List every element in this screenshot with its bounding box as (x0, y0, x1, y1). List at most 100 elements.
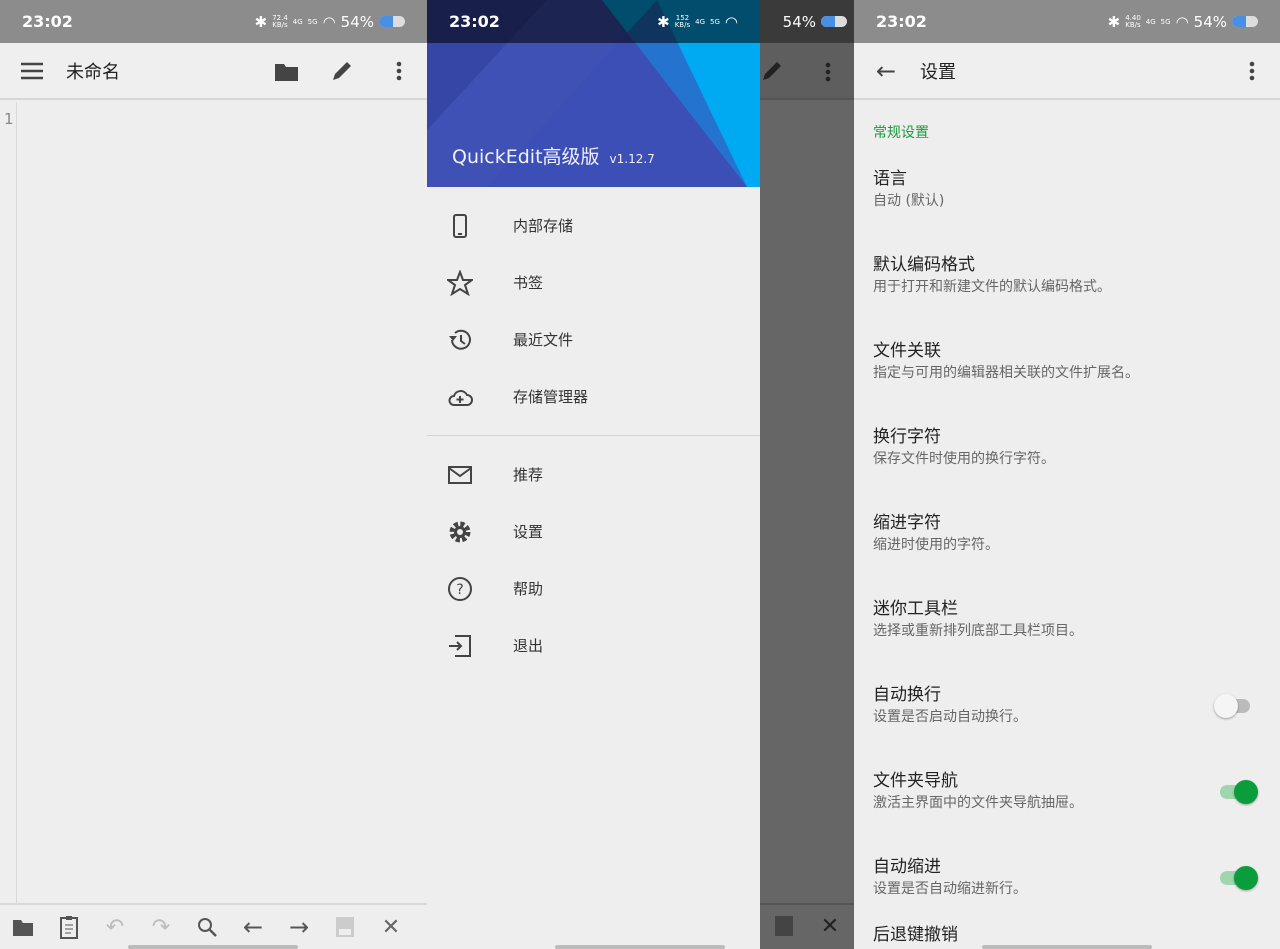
setting-item[interactable]: 文件夹导航激活主界面中的文件夹导航抽屉。 (854, 754, 1280, 840)
nav-handle[interactable] (555, 945, 725, 949)
net-speed: 72.4KB/s (272, 15, 288, 29)
app-version: v1.12.7 (610, 152, 655, 166)
bluetooth-icon: ✱ (255, 13, 268, 31)
save-icon (772, 914, 796, 938)
wifi-icon: ◠ (323, 13, 336, 31)
setting-subtitle: 指定与可用的编辑器相关联的文件扩展名。 (873, 364, 1261, 382)
net-speed-unit: KB/s (272, 21, 287, 29)
setting-subtitle: 激活主界面中的文件夹导航抽屉。 (873, 794, 1261, 812)
setting-subtitle: 设置是否启动自动换行。 (873, 708, 1261, 726)
status-bar: 23:02 ✱ 4.40KB/s 4G 5G ◠ 54% (854, 0, 1280, 43)
battery-percent: 54% (783, 13, 816, 31)
net-speed-unit: KB/s (675, 21, 690, 29)
setting-item[interactable]: 自动换行设置是否启动自动换行。 (854, 668, 1280, 754)
more-options-icon[interactable] (387, 59, 411, 83)
signal-4g: 4G (695, 18, 705, 26)
phone-icon (447, 213, 473, 239)
undo-icon[interactable]: ↶ (103, 915, 127, 939)
drawer-item-label: 内部存储 (513, 215, 573, 236)
drawer-item[interactable]: 存储管理器 (427, 368, 760, 425)
more-options-icon[interactable] (1240, 59, 1264, 83)
menu-divider (427, 435, 760, 436)
line-number: 1 (4, 110, 14, 128)
drawer-item[interactable]: 推荐 (427, 446, 760, 503)
back-arrow-icon[interactable]: ← (874, 59, 898, 83)
drawer-item[interactable]: ?帮助 (427, 560, 760, 617)
redo-icon[interactable]: ↷ (149, 915, 173, 939)
exit-icon (447, 633, 473, 659)
setting-item[interactable]: 自动缩进设置是否自动缩进新行。 (854, 840, 1280, 926)
setting-toggle[interactable] (1220, 785, 1250, 799)
arrow-left-icon[interactable]: ← (241, 915, 265, 939)
setting-subtitle: 选择或重新排列底部工具栏项目。 (873, 622, 1261, 640)
net-speed: 4.40KB/s (1125, 15, 1141, 29)
setting-item[interactable]: 迷你工具栏选择或重新排列底部工具栏项目。 (854, 582, 1280, 668)
setting-item[interactable]: 换行字符保存文件时使用的换行字符。 (854, 410, 1280, 496)
settings-list[interactable]: 常规设置 语言自动 (默认)默认编码格式用于打开和新建文件的默认编码格式。文件关… (854, 102, 1280, 944)
net-speed-unit: KB/s (1125, 21, 1140, 29)
wifi-icon: ◠ (725, 13, 738, 31)
setting-title: 文件关联 (873, 341, 1261, 361)
mail-icon (447, 462, 473, 488)
setting-item[interactable]: 后退键撤销 (854, 926, 1280, 944)
status-right: 54% (783, 0, 847, 43)
app-title-block: QuickEdit高级版v1.12.7 (452, 142, 655, 169)
more-options-icon (816, 60, 840, 84)
setting-toggle[interactable] (1220, 699, 1250, 713)
setting-toggle[interactable] (1220, 871, 1250, 885)
menu-icon[interactable] (20, 59, 44, 83)
setting-title: 语言 (873, 169, 1261, 189)
status-time: 23:02 (876, 12, 1108, 31)
section-header: 常规设置 (854, 102, 1280, 152)
setting-subtitle: 用于打开和新建文件的默认编码格式。 (873, 278, 1261, 296)
status-bar: 23:02 ✱ 152KB/s 4G 5G ◠ (427, 0, 760, 43)
clipboard-icon[interactable] (57, 915, 81, 939)
settings-screen: 23:02 ✱ 4.40KB/s 4G 5G ◠ 54% ← 设置 常规设置 语… (854, 0, 1280, 949)
setting-item[interactable]: 文件关联指定与可用的编辑器相关联的文件扩展名。 (854, 324, 1280, 410)
setting-item[interactable]: 语言自动 (默认) (854, 152, 1280, 238)
scrim[interactable]: ✕ (760, 0, 854, 949)
search-icon[interactable] (195, 915, 219, 939)
drawer-item[interactable]: 退出 (427, 617, 760, 674)
close-icon[interactable]: ✕ (379, 915, 403, 939)
nav-handle[interactable] (982, 945, 1152, 949)
setting-item[interactable]: 缩进字符缩进时使用的字符。 (854, 496, 1280, 582)
folder-icon[interactable] (11, 915, 35, 939)
save-icon[interactable] (333, 915, 357, 939)
drawer-screen: ✕ QuickEdit高级版v1.12.7 23:02 ✱ 152KB/s 4G… (427, 0, 854, 949)
page-title: 设置 (920, 58, 1240, 84)
battery-percent: 54% (341, 13, 374, 31)
setting-title: 自动换行 (873, 685, 1261, 705)
drawer-item-label: 退出 (513, 635, 543, 656)
setting-subtitle: 自动 (默认) (873, 192, 1261, 210)
drawer-item[interactable]: 书签 (427, 254, 760, 311)
navigation-drawer: QuickEdit高级版v1.12.7 23:02 ✱ 152KB/s 4G 5… (427, 0, 760, 949)
edit-pencil-icon[interactable] (330, 59, 354, 83)
status-time: 23:02 (449, 12, 657, 31)
app-bar: ← 设置 (854, 43, 1280, 100)
drawer-item[interactable]: 内部存储 (427, 197, 760, 254)
drawer-item[interactable]: 设置 (427, 503, 760, 560)
battery-percent: 54% (1194, 13, 1227, 31)
drawer-item-label: 书签 (513, 272, 543, 293)
arrow-right-icon[interactable]: → (287, 915, 311, 939)
text-editor[interactable]: 1 (0, 102, 427, 903)
drawer-item[interactable]: 最近文件 (427, 311, 760, 368)
nav-handle[interactable] (128, 945, 298, 949)
open-folder-icon[interactable] (274, 59, 298, 83)
document-title: 未命名 (66, 58, 274, 84)
app-bar: 未命名 (0, 43, 427, 100)
drawer-item-label: 设置 (513, 521, 543, 542)
battery-icon (1232, 16, 1258, 27)
drawer-item-label: 存储管理器 (513, 386, 588, 407)
setting-title: 自动缩进 (873, 857, 1261, 877)
setting-title: 迷你工具栏 (873, 599, 1261, 619)
setting-title: 默认编码格式 (873, 255, 1261, 275)
setting-subtitle: 保存文件时使用的换行字符。 (873, 450, 1261, 468)
setting-title: 文件夹导航 (873, 771, 1261, 791)
drawer-item-label: 推荐 (513, 464, 543, 485)
setting-item[interactable]: 默认编码格式用于打开和新建文件的默认编码格式。 (854, 238, 1280, 324)
edit-pencil-icon (760, 59, 784, 83)
editor-screen: 23:02 ✱ 72.4KB/s 4G 5G ◠ 54% 未命名 1 ↶ ↷ ←… (0, 0, 427, 949)
battery-icon (821, 16, 847, 27)
